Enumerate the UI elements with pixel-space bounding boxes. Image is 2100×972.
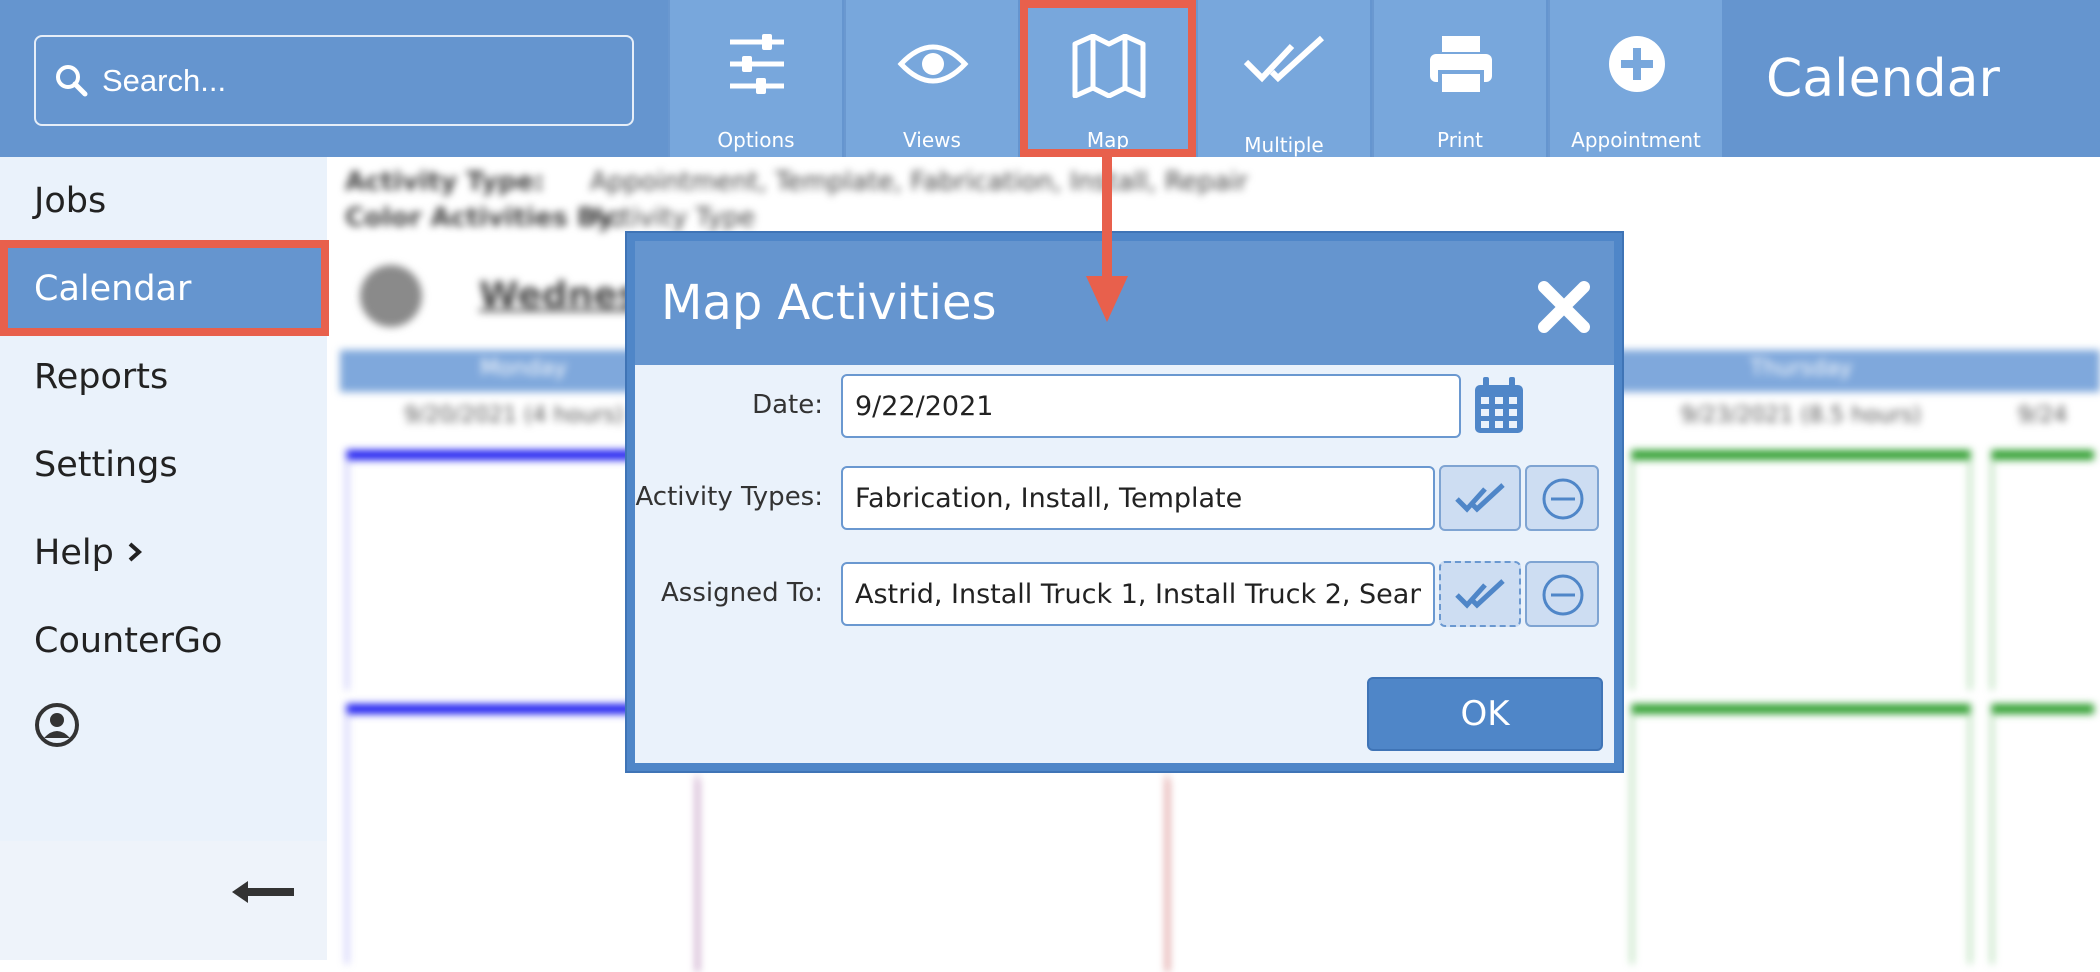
highlight-map-button <box>1020 0 1196 157</box>
date-field[interactable] <box>841 374 1461 438</box>
search-input[interactable] <box>100 50 620 111</box>
printer-icon <box>1374 34 1546 114</box>
views-label: Views <box>903 128 961 152</box>
day-column-thursday: 9/23/2021 (8.5 hours) <box>1625 392 1977 964</box>
select-all-assigned-button[interactable] <box>1439 561 1521 627</box>
sliders-icon <box>670 34 842 114</box>
multiple-button[interactable]: Multiple <box>1196 0 1370 157</box>
user-circle-icon <box>34 702 80 757</box>
views-button[interactable]: Views <box>844 0 1018 157</box>
collapse-arrow-icon[interactable] <box>232 879 294 909</box>
color-by-value: Activity Type <box>590 203 756 233</box>
sidebar-footer <box>0 841 327 960</box>
assigned-to-field[interactable] <box>841 562 1435 626</box>
prev-week-button[interactable] <box>360 265 422 327</box>
appointment-label: Appointment <box>1571 128 1701 152</box>
sidebar-item-settings[interactable]: Settings <box>0 421 327 509</box>
options-label: Options <box>717 128 795 152</box>
clear-activity-types-button[interactable] <box>1525 465 1599 531</box>
minus-circle-icon <box>1541 477 1585 525</box>
ok-button[interactable]: OK <box>1367 677 1603 751</box>
multiple-label: Multiple <box>1244 133 1324 157</box>
activity-card[interactable] <box>696 772 1154 972</box>
activity-type-label: Activity Type: <box>345 167 545 197</box>
dialog-title: Map Activities <box>661 275 997 331</box>
activity-type-value: Appointment, Template, Fabrication, Inst… <box>590 167 1248 197</box>
sidebar-item-profile[interactable] <box>0 685 327 773</box>
day-date: 9/24 <box>2017 403 2068 428</box>
calendar-icon[interactable] <box>1473 377 1525 439</box>
activity-card[interactable] <box>1631 450 1971 690</box>
annotation-arrow <box>1102 154 1112 278</box>
dialog-body: Date: Activity Types: <box>635 365 1614 763</box>
double-check-icon <box>1198 34 1370 109</box>
plus-circle-icon <box>1550 34 1722 114</box>
sidebar-item-label: Help <box>34 533 114 573</box>
search-box[interactable] <box>34 35 634 126</box>
search-icon <box>52 61 92 101</box>
highlight-calendar-item <box>0 240 329 336</box>
chevron-right-icon <box>126 533 144 573</box>
day-date: 9/23/2021 (8.5 hours) <box>1680 403 1922 428</box>
sidebar-item-jobs[interactable]: Jobs <box>0 157 327 245</box>
assigned-to-label: Assigned To: <box>661 578 823 608</box>
date-label: Date: <box>752 390 823 420</box>
day-header-monday: Monday <box>480 356 567 381</box>
activity-types-field[interactable] <box>841 466 1435 530</box>
eye-icon <box>846 34 1018 114</box>
sidebar-item-help[interactable]: Help <box>0 509 327 597</box>
print-button[interactable]: Print <box>1372 0 1546 157</box>
print-label: Print <box>1436 128 1483 152</box>
annotation-arrow-head <box>1086 276 1128 322</box>
double-check-icon <box>1455 579 1507 615</box>
sidebar-item-label: Settings <box>34 445 178 485</box>
options-button[interactable]: Options <box>668 0 842 157</box>
activity-card[interactable] <box>1166 772 1619 972</box>
double-check-icon <box>1455 483 1507 519</box>
clear-assigned-button[interactable] <box>1525 561 1599 627</box>
minus-circle-icon <box>1541 573 1585 621</box>
sidebar-item-label: CounterGo <box>34 621 223 661</box>
appointment-button[interactable]: Appointment <box>1548 0 1722 157</box>
activity-card[interactable] <box>1991 704 2094 964</box>
sidebar-item-label: Jobs <box>34 181 107 221</box>
sidebar-item-label: Reports <box>34 357 169 397</box>
sidebar-item-countergo[interactable]: CounterGo <box>0 597 327 685</box>
close-icon[interactable] <box>1536 279 1592 335</box>
select-all-activity-types-button[interactable] <box>1439 465 1521 531</box>
sidebar-item-reports[interactable]: Reports <box>0 333 327 421</box>
activity-card[interactable] <box>1991 450 2094 690</box>
color-by-label: Color Activities By: <box>345 203 624 233</box>
page-title: Calendar <box>1722 0 2100 157</box>
day-column-friday: 9/24 <box>1985 392 2100 964</box>
activity-types-label: Activity Types: <box>635 482 823 512</box>
activity-card[interactable] <box>1631 704 1971 964</box>
day-header-thursday: Thursday <box>1750 356 1853 381</box>
